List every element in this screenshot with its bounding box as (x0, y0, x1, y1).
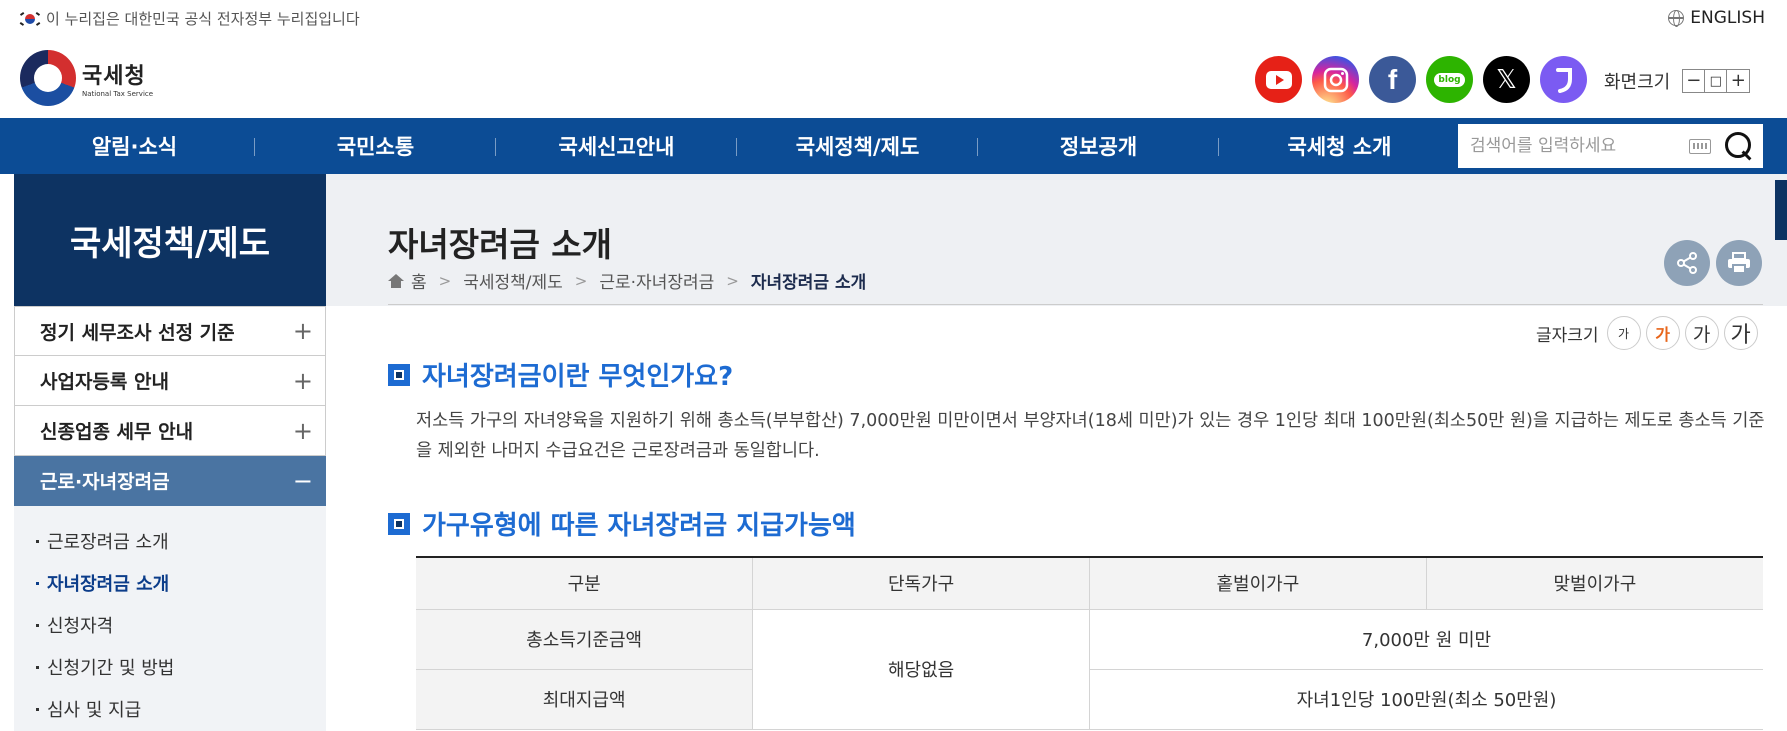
sidebar-item-label: 사업자등록 안내 (40, 371, 169, 393)
logo-korean: 국세청 (82, 64, 146, 89)
font-size-large-button[interactable]: 가 (1684, 316, 1719, 350)
sidebar-item-label: 정기 세무조사 선정 기준 (40, 321, 235, 344)
table-header-row: 구분 단독가구 홑벌이가구 맞벌이가구 (416, 556, 1763, 610)
table-row: 최대지급액 자녀1인당 100만원(최소 50만원) (416, 668, 1763, 730)
gov-banner: 이 누리집은 대한민국 공식 전자정부 누리집입니다 ENGLISH (0, 0, 1787, 36)
share-button[interactable] (1664, 240, 1710, 286)
payment-table: 구분 단독가구 홑벌이가구 맞벌이가구 총소득기준금액 해당없음 7,000만 … (416, 556, 1763, 730)
page-title: 자녀장려금 소개 (388, 225, 613, 264)
table-cell: 자녀1인당 100만원(최소 50만원) (1089, 668, 1763, 730)
search-box (1458, 124, 1763, 168)
chevron-right-icon: > (574, 271, 588, 290)
table-row-header: 총소득기준금액 (416, 608, 754, 670)
table-row: 총소득기준금액 해당없음 7,000만 원 미만 (416, 608, 1763, 730)
nts-logo[interactable]: 국세청 National Tax Service (20, 50, 153, 106)
section-heading: 자녀장려금이란 무엇인가요? (388, 356, 733, 393)
logo-english: National Tax Service (82, 90, 154, 98)
table-row-header: 최대지급액 (416, 668, 754, 730)
table-header-cell: 단독가구 (752, 556, 1090, 610)
printer-icon (1728, 252, 1750, 274)
home-icon[interactable] (388, 273, 404, 288)
search-icon[interactable] (1723, 130, 1751, 162)
sidebar-item-audit-criteria[interactable]: 정기 세무조사 선정 기준 + (14, 306, 326, 356)
table-header-cell: 홑벌이가구 (1089, 556, 1427, 610)
font-size-control: 글자크기 가 가 가 가 (1536, 316, 1758, 350)
submenu-item-eligibility[interactable]: 신청자격 (36, 604, 174, 646)
share-icon (1677, 252, 1697, 274)
section-body: 저소득 가구의 자녀양육을 지원하기 위해 총소득(부부합산) 7,000만원 … (416, 411, 1765, 461)
table-cell: 7,000만 원 미만 (1089, 608, 1763, 670)
section-heading-text: 가구유형에 따른 자녀장려금 지급가능액 (422, 511, 856, 541)
zoom-reset-button[interactable]: □ (1705, 70, 1728, 92)
globe-icon (1668, 10, 1685, 27)
table-header-cell: 맞벌이가구 (1425, 556, 1763, 610)
plus-icon: + (292, 317, 313, 345)
sns-links: f blog 𝕏 (1255, 56, 1587, 103)
table-header-cell: 구분 (416, 556, 754, 610)
blog-icon-label: blog (1434, 72, 1465, 87)
breadcrumb: 홈 > 국세정책/제도 > 근로·자녀장려금 > 자녀장려금 소개 (388, 268, 866, 293)
side-scroll-tab[interactable] (1775, 180, 1787, 240)
font-size-xlarge-button[interactable]: 가 (1723, 316, 1758, 350)
sidebar-menu: 정기 세무조사 선정 기준 + 사업자등록 안내 + 신종업종 세무 안내 + … (14, 306, 326, 506)
zoom-label: 화면크기 (1604, 72, 1671, 93)
english-link[interactable]: ENGLISH (1668, 8, 1765, 28)
submenu-item-review-payment[interactable]: 심사 및 지급 (36, 688, 174, 730)
sidebar-item-label: 신종업종 세무 안내 (40, 421, 194, 443)
font-size-label: 글자크기 (1536, 325, 1599, 346)
chevron-right-icon: > (726, 271, 739, 290)
nav-notice[interactable]: 알림·소식 (14, 118, 255, 174)
zoom-in-button[interactable]: + (1727, 70, 1749, 92)
x-icon[interactable]: 𝕏 (1483, 56, 1530, 103)
minus-icon: − (292, 466, 313, 495)
youtube-icon[interactable] (1255, 56, 1302, 103)
font-size-small-button[interactable]: 가 (1606, 316, 1641, 350)
screen-zoom: 화면크기 − □ + (1604, 68, 1751, 94)
sidebar-item-business-registration[interactable]: 사업자등록 안내 + (14, 356, 326, 406)
breadcrumb-current: 자녀장려금 소개 (750, 273, 867, 293)
header-divider (388, 304, 1763, 305)
sidebar-title: 국세정책/제도 (14, 174, 326, 306)
kakao-channel-icon[interactable] (1540, 56, 1587, 103)
section-heading-text: 자녀장려금이란 무엇인가요? (422, 362, 734, 392)
nav-disclosure[interactable]: 정보공개 (978, 118, 1219, 174)
zoom-out-button[interactable]: − (1683, 70, 1706, 92)
plus-icon: + (292, 366, 313, 395)
gov-notice-text: 이 누리집은 대한민국 공식 전자정부 누리집입니다 (46, 10, 360, 28)
submenu-item-period-method[interactable]: 신청기간 및 방법 (36, 646, 174, 688)
search-input[interactable] (1458, 136, 1689, 156)
sidebar-submenu: 근로장려금 소개 자녀장려금 소개 신청자격 신청기간 및 방법 심사 및 지급 (36, 520, 174, 730)
nav-tax-policy[interactable]: 국세정책/제도 (737, 118, 978, 174)
section-heading: 가구유형에 따른 자녀장려금 지급가능액 (388, 505, 856, 542)
square-bullet-icon (388, 512, 410, 535)
chevron-right-icon: > (438, 271, 452, 290)
instagram-icon[interactable] (1312, 56, 1359, 103)
gov-notice: 이 누리집은 대한민국 공식 전자정부 누리집입니다 (19, 8, 360, 29)
sidebar-item-new-industries[interactable]: 신종업종 세무 안내 + (14, 406, 326, 456)
plus-icon: + (292, 416, 313, 445)
nav-about[interactable]: 국세청 소개 (1219, 118, 1460, 174)
nav-communication[interactable]: 국민소통 (255, 118, 496, 174)
breadcrumb-home[interactable]: 홈 (411, 268, 427, 293)
virtual-keyboard-icon[interactable] (1689, 138, 1711, 154)
square-bullet-icon (388, 363, 410, 386)
table-cell: 해당없음 (752, 608, 1090, 730)
english-label: ENGLISH (1690, 8, 1765, 28)
sidebar-item-eitc-ctc[interactable]: 근로·자녀장려금 − (14, 456, 326, 506)
print-button[interactable] (1716, 240, 1762, 286)
nav-tax-filing[interactable]: 국세신고안내 (496, 118, 737, 174)
korea-flag-icon (19, 11, 41, 27)
nts-emblem-icon (20, 50, 76, 106)
sidebar-item-label: 근로·자녀장려금 (40, 471, 170, 493)
submenu-item-eitc-intro[interactable]: 근로장려금 소개 (36, 520, 174, 562)
blog-icon[interactable]: blog (1426, 56, 1473, 103)
main-nav: 알림·소식 국민소통 국세신고안내 국세정책/제도 정보공개 국세청 소개 (0, 118, 1787, 174)
submenu-item-ctc-intro[interactable]: 자녀장려금 소개 (36, 562, 174, 604)
font-size-default-button[interactable]: 가 (1645, 316, 1680, 350)
breadcrumb-tax-policy[interactable]: 국세정책/제도 (463, 268, 563, 293)
breadcrumb-eitc-ctc[interactable]: 근로·자녀장려금 (599, 268, 714, 293)
facebook-icon[interactable]: f (1369, 56, 1416, 103)
